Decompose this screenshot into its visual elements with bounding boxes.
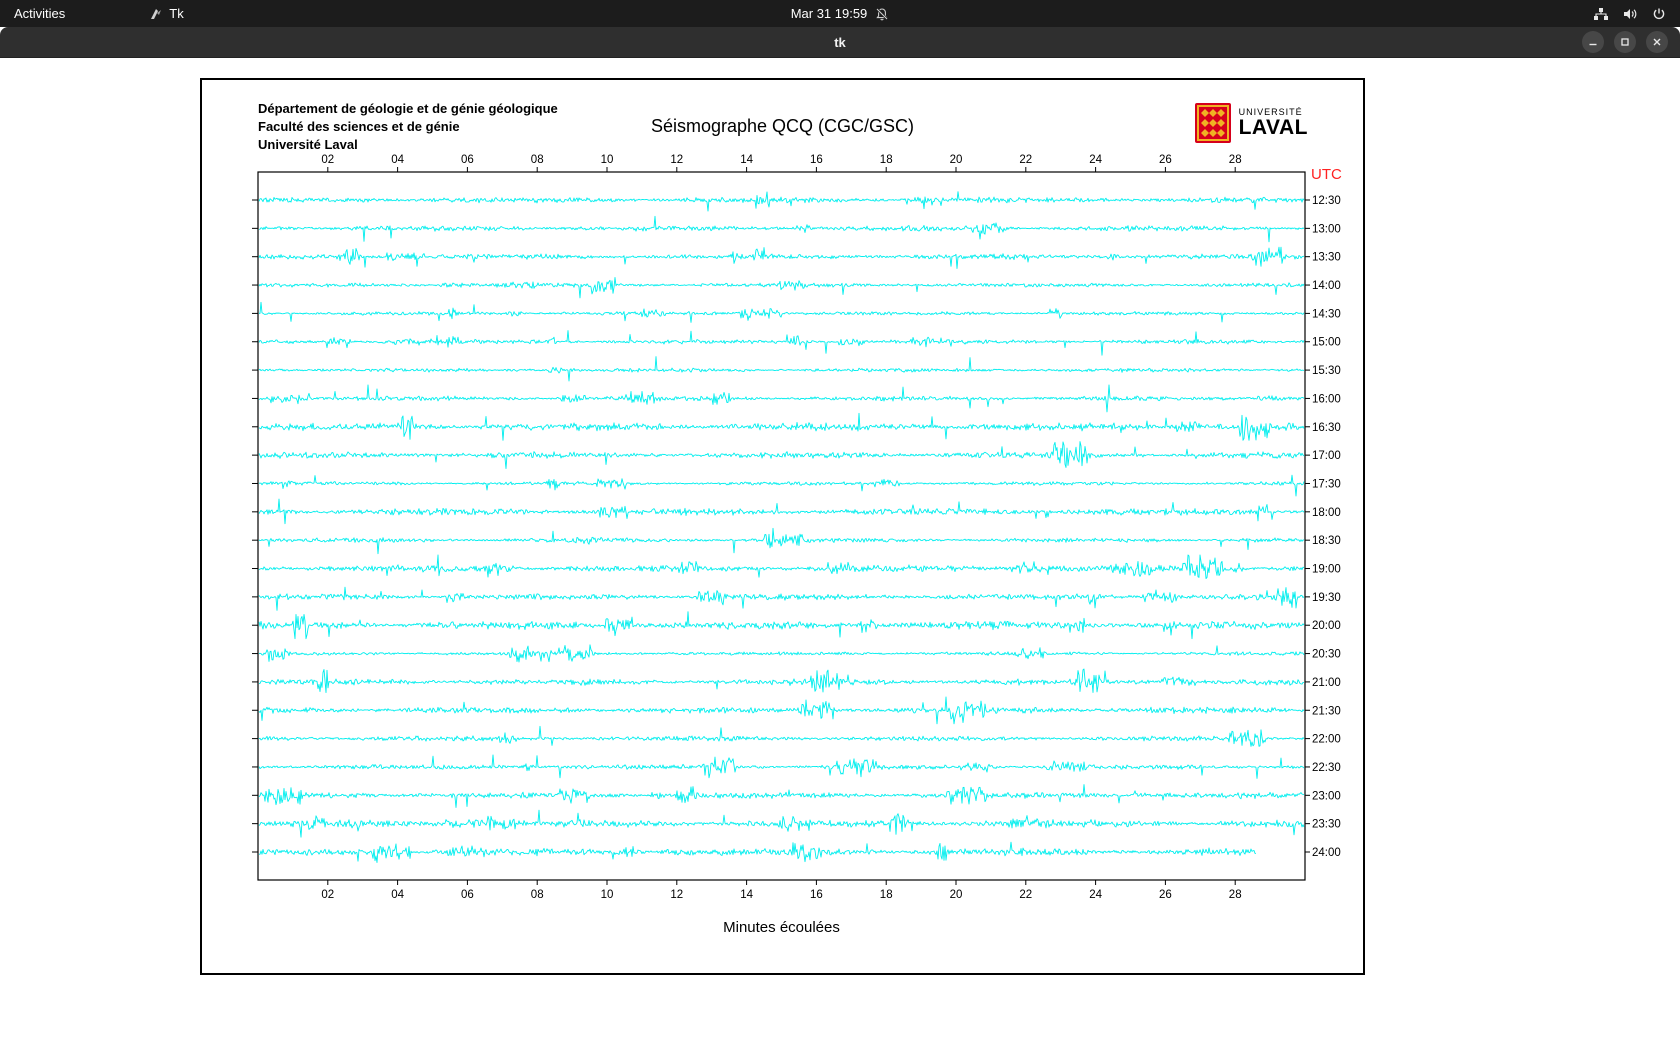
- trace-time-label: 19:30: [1312, 592, 1341, 604]
- minimize-button[interactable]: [1582, 31, 1604, 53]
- seismogram-trace: [258, 246, 1305, 269]
- seismogram-trace: [258, 356, 1304, 382]
- window-title: tk: [834, 34, 846, 50]
- x-tick-label-top: 04: [391, 154, 404, 166]
- maximize-button[interactable]: [1614, 31, 1636, 53]
- x-tick-label-top: 24: [1089, 154, 1102, 166]
- x-tick-label-bottom: 12: [670, 889, 683, 901]
- trace-time-label: 23:00: [1312, 790, 1341, 802]
- x-tick-label-bottom: 26: [1159, 889, 1172, 901]
- volume-icon: [1623, 7, 1638, 21]
- seismogram-trace: [258, 809, 1305, 838]
- trace-time-label: 20:00: [1312, 620, 1341, 632]
- trace-time-label: 24:00: [1312, 847, 1341, 859]
- close-button[interactable]: [1646, 31, 1668, 53]
- power-icon: [1652, 7, 1666, 21]
- x-tick-label-bottom: 20: [950, 889, 963, 901]
- seismogram-trace: [258, 277, 1305, 299]
- trace-time-label: 16:00: [1312, 393, 1341, 405]
- trace-time-label: 22:00: [1312, 734, 1341, 746]
- plot-border: [257, 171, 1306, 881]
- seismogram-trace: [258, 586, 1305, 611]
- clock-label: Mar 31 19:59: [790, 6, 868, 21]
- x-tick-label-top: 08: [531, 154, 544, 166]
- trace-time-label: 13:00: [1312, 223, 1341, 235]
- trace-time-label: 18:00: [1312, 507, 1341, 519]
- utc-axis-label: UTC: [1311, 166, 1342, 183]
- x-tick-label-top: 16: [810, 154, 823, 166]
- trace-time-label: 21:00: [1312, 677, 1341, 689]
- minimize-icon: [1589, 43, 1597, 46]
- x-tick-label-top: 10: [601, 154, 614, 166]
- maximize-icon: [1621, 38, 1629, 46]
- system-status-area[interactable]: [1579, 0, 1680, 27]
- x-tick-label-top: 18: [880, 154, 893, 166]
- x-tick-label-bottom: 18: [880, 889, 893, 901]
- trace-time-label: 12:30: [1312, 195, 1341, 207]
- seismogram-trace: [258, 384, 1305, 413]
- trace-time-label: 15:00: [1312, 337, 1341, 349]
- seismogram-trace: [258, 301, 1305, 323]
- x-tick-label-bottom: 10: [601, 889, 614, 901]
- seismograph-plot: 02 02 04 04 06 06 08 08 10 10 12 12 14 14 16 16 18 18 20 20…: [252, 154, 1342, 936]
- x-tick-label-bottom: 28: [1229, 889, 1242, 901]
- x-tick-label-bottom: 04: [391, 889, 404, 901]
- window-content: Département de géologie et de génie géol…: [0, 58, 1680, 1050]
- seismograph-frame: Département de géologie et de génie géol…: [200, 78, 1365, 975]
- x-tick-label-bottom: 02: [321, 889, 334, 901]
- x-tick-label-top: 06: [461, 154, 474, 166]
- desktop-topbar: Activities Tk Mar 31 19:59: [0, 0, 1680, 27]
- x-tick-label-top: 22: [1019, 154, 1032, 166]
- window-titlebar[interactable]: tk: [0, 27, 1680, 58]
- x-tick-label-top: 20: [950, 154, 963, 166]
- x-tick-label-bottom: 06: [461, 889, 474, 901]
- seismogram-trace: [258, 611, 1305, 640]
- window-controls: [1582, 31, 1668, 53]
- trace-time-label: 20:30: [1312, 649, 1341, 661]
- seismogram-trace: [258, 527, 1304, 555]
- x-tick-label-top: 28: [1229, 154, 1242, 166]
- seismogram-trace: [258, 784, 1305, 808]
- trace-time-label: 18:30: [1312, 535, 1341, 547]
- seismogram-trace: [258, 474, 1305, 497]
- x-axis-title: Minutes écoulées: [723, 919, 840, 936]
- seismogram-trace: [258, 191, 1305, 212]
- x-tick-label-bottom: 14: [740, 889, 753, 901]
- seismogram-trace: [258, 215, 1305, 243]
- topbar-clock-area[interactable]: Mar 31 19:59: [0, 0, 1680, 27]
- seismogram-trace: [258, 441, 1305, 470]
- x-tick-label-top: 14: [740, 154, 753, 166]
- trace-time-label: 13:30: [1312, 252, 1341, 264]
- seismogram-trace: [258, 498, 1305, 525]
- trace-time-label: 17:30: [1312, 478, 1341, 490]
- x-tick-label-top: 02: [321, 154, 334, 166]
- seismogram-trace: [258, 330, 1305, 356]
- trace-time-label: 14:00: [1312, 280, 1341, 292]
- x-tick-label-bottom: 22: [1019, 889, 1032, 901]
- close-icon: [1653, 38, 1661, 46]
- seismogram-trace: [258, 554, 1305, 580]
- seismogram-trace: [258, 696, 1305, 725]
- trace-time-label: 16:30: [1312, 422, 1341, 434]
- trace-time-label: 22:30: [1312, 762, 1341, 774]
- trace-time-label: 19:00: [1312, 564, 1341, 576]
- seismogram-trace: [258, 754, 1305, 779]
- x-tick-label-bottom: 24: [1089, 889, 1102, 901]
- notifications-disabled-icon: [875, 7, 889, 21]
- trace-time-label: 23:30: [1312, 819, 1341, 831]
- seismogram-trace: [258, 841, 1257, 863]
- trace-time-label: 15:30: [1312, 365, 1341, 377]
- x-tick-label-bottom: 08: [531, 889, 544, 901]
- network-icon: [1593, 7, 1609, 21]
- x-tick-label-top: 12: [670, 154, 683, 166]
- x-tick-label-bottom: 16: [810, 889, 823, 901]
- trace-time-label: 21:30: [1312, 705, 1341, 717]
- seismogram-trace: [258, 412, 1305, 441]
- seismogram-trace: [259, 668, 1304, 694]
- seismogram-trace: [258, 644, 1305, 663]
- x-tick-label-top: 26: [1159, 154, 1172, 166]
- trace-time-label: 17:00: [1312, 450, 1341, 462]
- trace-time-label: 14:30: [1312, 308, 1341, 320]
- seismogram-trace: [258, 725, 1305, 747]
